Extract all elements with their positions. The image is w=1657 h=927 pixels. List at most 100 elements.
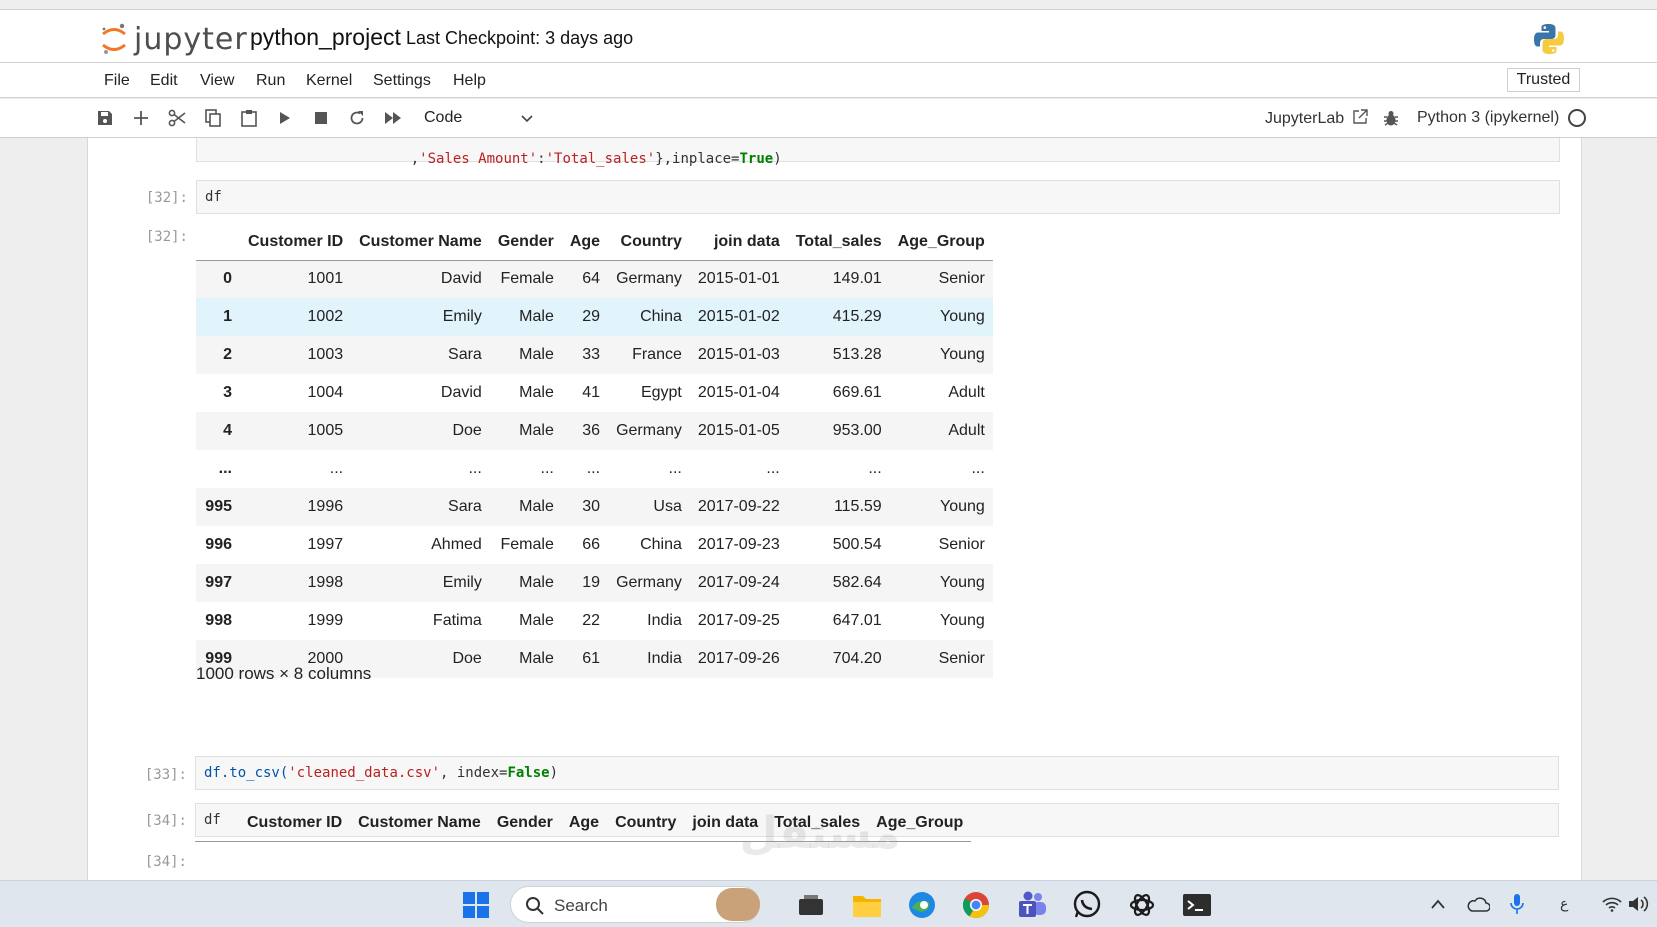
terminal-button[interactable]	[1181, 889, 1213, 921]
table-cell: 19	[582, 574, 601, 591]
open-jupyterlab-link[interactable]: JupyterLab	[1265, 109, 1368, 128]
table-cell: 64	[582, 270, 601, 288]
table-cell: Young	[940, 346, 985, 363]
table-cell: Young	[940, 612, 985, 629]
keyboard-language[interactable]: ع	[1560, 895, 1568, 912]
paste-icon	[241, 110, 257, 127]
table-cell: Germany	[616, 270, 682, 288]
table-row: 1 1002 Emily Male 29 China 2015-01-02 415.29 You…	[196, 298, 993, 336]
table-cell: 500.54	[832, 536, 882, 553]
table-cell: 1999	[307, 612, 344, 629]
interrupt-button[interactable]	[310, 107, 332, 129]
chatgpt-button[interactable]	[1126, 889, 1158, 921]
table-row: 4 1005 Doe Male 36 Germany 2015-01-05 953.00 Adu…	[196, 412, 993, 450]
table-cell: Doe	[452, 650, 482, 667]
photos-icon	[716, 888, 760, 921]
table-cell: 2017-09-24	[697, 574, 780, 591]
column-header: join data	[689, 224, 788, 261]
terminal-icon	[1183, 894, 1211, 916]
table-row: 2 1003 Sara Male 33 France 2015-01-03 513.28 You…	[196, 336, 993, 374]
microphone-icon[interactable]	[1509, 893, 1525, 915]
wifi-icon[interactable]	[1602, 896, 1622, 912]
code-cell-33[interactable]: df.to_csv('cleaned_data.csv', index=Fals…	[195, 756, 1559, 790]
menu-run[interactable]: Run	[256, 72, 285, 90]
volume-icon[interactable]	[1628, 895, 1650, 913]
chevron-down-icon	[521, 115, 533, 123]
code-cell-previous[interactable]: ,'Sales Amount':'Total_sales'},inplace=T…	[196, 138, 1560, 167]
table-header-row: Customer ID Customer Name Gender Age Country…	[196, 224, 993, 261]
code-keyword: False	[507, 765, 550, 781]
table-cell: David	[440, 270, 482, 288]
table-cell: 704.20	[832, 650, 882, 667]
table-cell: Doe	[452, 422, 482, 439]
dataframe-output-32: Customer ID Customer Name Gender Age Country…	[196, 224, 993, 678]
menu-view[interactable]: View	[200, 72, 234, 90]
row-index: 0	[223, 270, 232, 288]
jupyter-logo[interactable]: jupyter	[100, 20, 248, 58]
file-explorer-button[interactable]	[851, 889, 883, 921]
menu-kernel[interactable]: Kernel	[306, 72, 352, 90]
table-cell: 1005	[307, 422, 344, 439]
external-link-icon	[1352, 109, 1368, 124]
debugger-bug-icon[interactable]	[1383, 110, 1399, 127]
table-cell: Adult	[948, 422, 985, 439]
teams-button[interactable]	[1016, 889, 1048, 921]
task-view-button[interactable]	[795, 889, 827, 921]
cut-button[interactable]	[166, 107, 188, 129]
whatsapp-button[interactable]	[1071, 889, 1103, 921]
table-cell: 415.29	[832, 308, 882, 325]
taskbar-search[interactable]: Search	[510, 886, 760, 923]
table-row: 998 1999 Fatima Male 22 India 2017-09-25 647.01…	[196, 602, 993, 640]
last-checkpoint: Last Checkpoint: 3 days ago	[406, 28, 634, 48]
onedrive-cloud-icon[interactable]	[1466, 896, 1490, 912]
table-cell: China	[640, 536, 682, 553]
chrome-button[interactable]	[960, 889, 992, 921]
row-index: 998	[205, 612, 232, 629]
table-cell: Female	[500, 536, 554, 553]
cell-type-select[interactable]: Code	[424, 106, 534, 130]
copy-button[interactable]	[202, 107, 224, 129]
table-cell: Male	[519, 612, 554, 629]
edge-button[interactable]	[906, 889, 938, 921]
output-prompt-32: [32]:	[145, 229, 188, 245]
code-cell-34[interactable]: df	[195, 803, 1559, 837]
notebook-title[interactable]: python_project	[250, 24, 401, 51]
menu-help[interactable]: Help	[453, 72, 486, 90]
run-cell-button[interactable]	[274, 107, 296, 129]
kernel-name[interactable]: Python 3 (ipykernel)	[1417, 109, 1559, 127]
table-row: ...........................	[196, 450, 993, 488]
table-cell: Senior	[938, 270, 985, 288]
copy-icon	[205, 109, 221, 127]
table-cell: Male	[519, 498, 554, 515]
add-cell-button[interactable]	[130, 107, 152, 129]
restart-kernel-button[interactable]	[346, 107, 368, 129]
code-cell-32[interactable]: df	[196, 180, 1560, 214]
menu-edit[interactable]: Edit	[150, 72, 178, 90]
row-index: 4	[223, 422, 232, 439]
table-cell: India	[647, 650, 682, 667]
windows-start-button[interactable]	[460, 889, 492, 921]
table-cell: Sara	[448, 498, 482, 515]
stop-icon	[315, 112, 327, 124]
table-cell: Germany	[616, 422, 682, 439]
restart-run-all-button[interactable]	[382, 107, 404, 129]
table-cell: ...	[766, 460, 780, 477]
edge-icon	[909, 892, 935, 918]
column-header: Age_Group	[889, 224, 993, 261]
trusted-indicator[interactable]: Trusted	[1507, 68, 1580, 92]
paste-button[interactable]	[238, 107, 260, 129]
table-cell: 1996	[307, 498, 344, 515]
chrome-icon	[962, 892, 990, 919]
code-line: ,'Sales Amount':'Total_sales'},inplace=T…	[410, 151, 782, 167]
chevron-up-icon[interactable]	[1430, 898, 1446, 910]
save-button[interactable]	[94, 107, 116, 129]
menu-file[interactable]: File	[104, 72, 130, 90]
menu-settings[interactable]: Settings	[373, 72, 431, 90]
table-cell: 2017-09-25	[697, 612, 780, 629]
table-cell: ...	[540, 460, 554, 477]
table-cell: 669.61	[832, 384, 882, 401]
notebook-toolbar: Code JupyterLab Python 3 (ipykernel)	[0, 99, 1657, 138]
scissors-icon	[168, 109, 186, 127]
table-cell: 2015-01-05	[697, 422, 780, 439]
table-cell: France	[632, 346, 682, 363]
